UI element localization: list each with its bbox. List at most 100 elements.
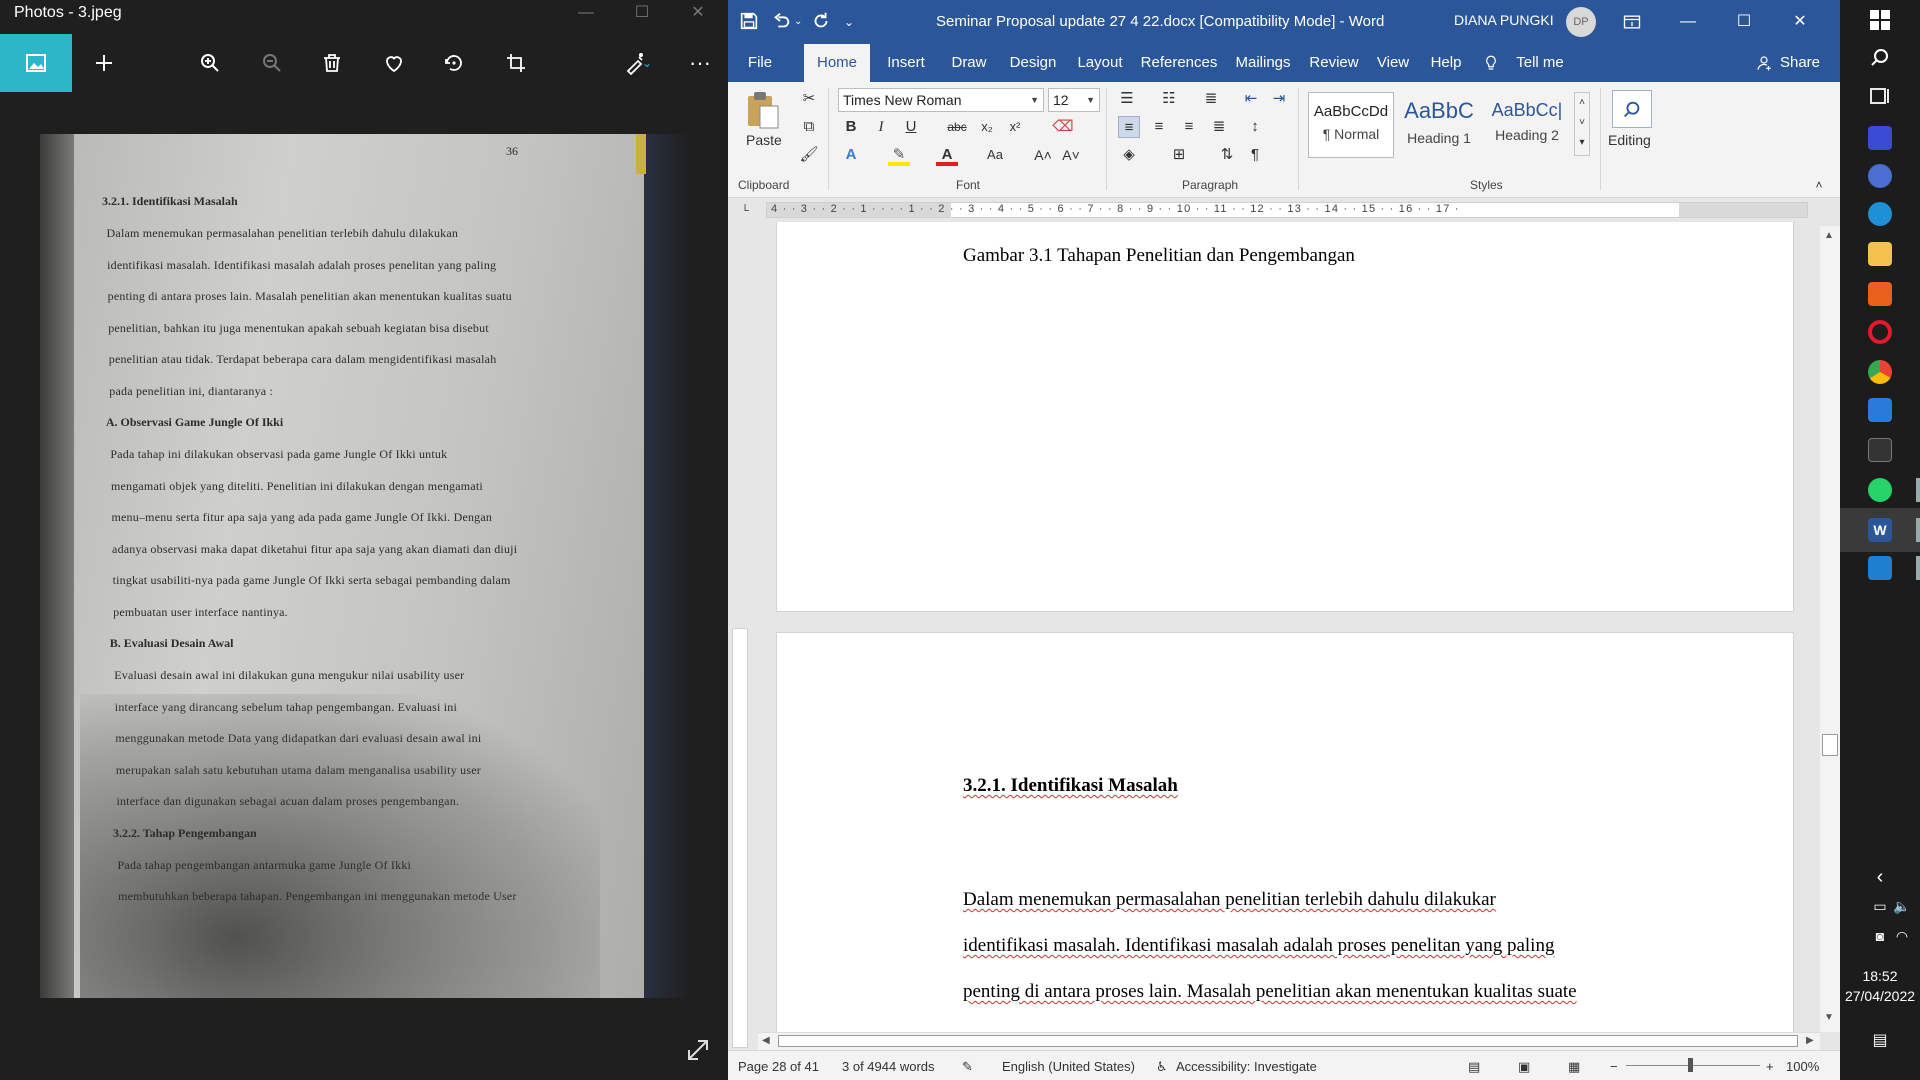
word-icon[interactable]: W [1868, 518, 1892, 542]
print-layout-icon[interactable]: ▣ [1518, 1059, 1530, 1075]
format-painter-icon[interactable]: 🖌 [798, 144, 820, 166]
tab-review[interactable]: Review [1304, 44, 1364, 82]
word-count[interactable]: 3 of 4944 words [842, 1059, 935, 1074]
zoom-out-icon[interactable]: − [1610, 1059, 1618, 1074]
shrink-font-icon[interactable]: A˅ [1060, 144, 1082, 166]
tab-file[interactable]: File [738, 44, 782, 82]
zoom-level[interactable]: 100% [1786, 1059, 1819, 1074]
tab-view[interactable]: View [1370, 44, 1416, 82]
font-name-select[interactable]: Times New Roman ▼ [838, 88, 1044, 112]
close-button[interactable]: ✕ [1772, 4, 1828, 40]
lightbulb-icon[interactable] [1476, 44, 1506, 82]
bullets-icon[interactable]: ☰ [1116, 88, 1138, 110]
grow-font-icon[interactable]: A˄ [1032, 144, 1054, 166]
scroll-left-icon[interactable]: ◀ [762, 1035, 770, 1046]
read-mode-icon[interactable]: ▤ [1468, 1059, 1480, 1075]
undo-icon[interactable] [770, 10, 796, 34]
multilevel-list-icon[interactable]: ≣ [1200, 88, 1222, 110]
volume-icon[interactable]: 🔈 [1890, 898, 1914, 922]
tab-help[interactable]: Help [1422, 44, 1470, 82]
align-center-icon[interactable]: ≡ [1148, 116, 1170, 138]
shading-icon[interactable]: ◈ [1118, 144, 1140, 166]
whatsapp-icon[interactable] [1868, 478, 1892, 502]
sublime-text-icon[interactable] [1868, 282, 1892, 306]
terminal-icon[interactable] [1868, 438, 1892, 462]
borders-icon[interactable]: ⊞ [1168, 144, 1190, 166]
tab-mailings[interactable]: Mailings [1228, 44, 1298, 82]
scroll-up-icon[interactable]: ▲ [1824, 230, 1834, 241]
zoom-in-icon[interactable]: + [1766, 1059, 1774, 1074]
zoom-slider-thumb[interactable] [1688, 1058, 1693, 1072]
scroll-right-icon[interactable]: ▶ [1806, 1035, 1814, 1046]
save-icon[interactable] [738, 10, 764, 34]
document-area[interactable]: Gambar 3.1 Tahapan Penelitian dan Pengem… [728, 222, 1840, 1032]
tab-layout[interactable]: Layout [1070, 44, 1130, 82]
tab-insert[interactable]: Insert [876, 44, 936, 82]
maximize-button[interactable]: ☐ [1716, 4, 1772, 40]
increase-indent-icon[interactable]: ⇥ [1268, 88, 1290, 110]
italic-icon[interactable]: I [870, 116, 892, 138]
subscript-icon[interactable]: x₂ [976, 116, 998, 138]
zoom-slider[interactable] [1626, 1065, 1760, 1066]
superscript-icon[interactable]: x² [1004, 116, 1026, 138]
photos-icon[interactable] [1868, 556, 1892, 580]
redo-icon[interactable] [810, 10, 836, 34]
more-icon[interactable]: ··· [670, 34, 730, 92]
show-formatting-marks-icon[interactable]: ¶ [1244, 144, 1266, 166]
accessibility-icon[interactable]: ♿ [1156, 1059, 1168, 1075]
clear-formatting-icon[interactable]: ⌫ [1052, 116, 1074, 138]
align-left-icon[interactable]: ≡ [1118, 116, 1140, 138]
line-spacing-icon[interactable]: ↕ [1244, 116, 1266, 138]
cut-icon[interactable]: ✂ [798, 88, 820, 110]
start-icon[interactable] [1868, 8, 1892, 32]
sort-icon[interactable]: ⇅ [1216, 144, 1238, 166]
tab-references[interactable]: References [1136, 44, 1222, 82]
zoom-in-icon[interactable] [180, 34, 240, 92]
add-icon[interactable] [74, 34, 134, 92]
share-icon[interactable] [1752, 44, 1776, 82]
paste-button[interactable]: Paste [746, 132, 782, 148]
bold-icon[interactable]: B [840, 116, 862, 138]
expand-icon[interactable] [684, 1036, 712, 1064]
vscode-icon[interactable] [1868, 398, 1892, 422]
close-button[interactable]: ✕ [670, 0, 726, 28]
editing-button[interactable]: Editing [1608, 132, 1651, 148]
style-heading-1[interactable]: AaBbC Heading 1 [1396, 92, 1482, 158]
collapse-ribbon-icon[interactable]: ˄ [1808, 174, 1830, 196]
notifications-icon[interactable]: ▤ [1868, 1030, 1892, 1054]
zoom-out-icon[interactable] [242, 34, 302, 92]
strikethrough-icon[interactable]: abc [946, 116, 968, 138]
maximize-button[interactable]: ☐ [614, 0, 670, 28]
share-button[interactable]: Share [1776, 44, 1824, 82]
font-size-select[interactable]: 12 ▼ [1048, 88, 1100, 112]
scrollbar-thumb[interactable] [1822, 734, 1838, 756]
tab-design[interactable]: Design [1002, 44, 1064, 82]
minimize-button[interactable]: — [558, 0, 614, 28]
tab-selector-icon[interactable]: └ [734, 200, 756, 222]
file-explorer-icon[interactable] [1868, 242, 1892, 266]
numbering-icon[interactable]: ☷ [1158, 88, 1180, 110]
favorite-icon[interactable] [364, 34, 424, 92]
tab-home[interactable]: Home [804, 44, 870, 82]
paste-icon[interactable] [744, 90, 780, 130]
scroll-down-icon[interactable]: ▼ [1824, 1012, 1834, 1023]
clock[interactable]: 18:52 27/04/2022 [1840, 966, 1920, 1006]
wifi-icon[interactable]: ◠ [1890, 928, 1914, 952]
crop-icon[interactable] [486, 34, 546, 92]
app-icon[interactable] [1868, 164, 1892, 188]
rotate-icon[interactable] [424, 34, 484, 92]
horizontal-ruler[interactable]: └ 4 · · 3 · · 2 · · 1 · · · · 1 · · 2 · … [728, 198, 1840, 222]
chrome-icon[interactable] [1868, 360, 1892, 384]
horizontal-scrollbar[interactable]: ◀ ▶ [758, 1032, 1820, 1050]
tab-draw[interactable]: Draw [942, 44, 996, 82]
ribbon-display-options-icon[interactable] [1604, 4, 1660, 40]
decrease-indent-icon[interactable]: ⇤ [1240, 88, 1262, 110]
font-color-icon[interactable]: A [936, 144, 958, 166]
discord-icon[interactable]: ◙ [1868, 928, 1892, 952]
web-layout-icon[interactable]: ▦ [1568, 1059, 1580, 1075]
accessibility-status[interactable]: Accessibility: Investigate [1176, 1059, 1317, 1074]
app-icon[interactable] [1868, 126, 1892, 150]
vertical-ruler[interactable] [732, 628, 748, 1048]
align-right-icon[interactable]: ≡ [1178, 116, 1200, 138]
change-case-icon[interactable]: Aa [984, 144, 1006, 166]
